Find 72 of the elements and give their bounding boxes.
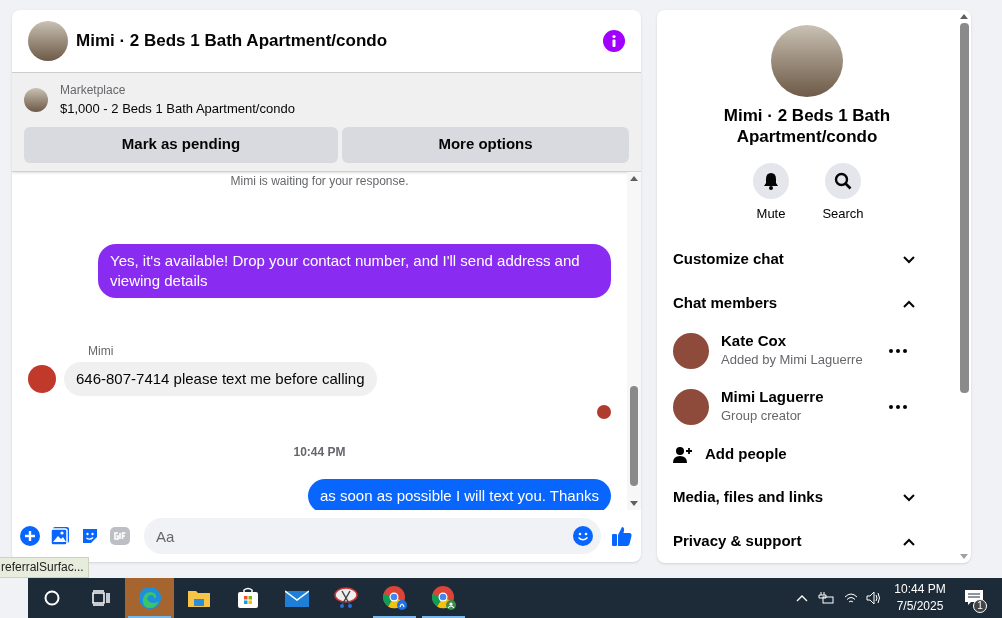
member-avatar (673, 332, 709, 369)
more-icon[interactable] (889, 404, 907, 409)
scrollbar[interactable] (627, 171, 641, 510)
member-role: Group creator (721, 407, 803, 426)
message-time: 10:44 PM (293, 444, 346, 459)
listing-action-button[interactable]: Mark as pending (24, 126, 338, 163)
clock-time: 10:44 PM (894, 581, 946, 598)
task-view-icon[interactable] (91, 590, 110, 606)
section-header[interactable]: Chat members (673, 281, 941, 326)
notification-count: 1 (973, 599, 987, 613)
listing-summary: $1,000 - 2 Beds 1 Bath Apartment/condo (60, 100, 295, 118)
incoming-message: 646-807-7414 please text me before calling (64, 361, 377, 396)
chevron-icon[interactable] (903, 255, 915, 264)
member-role: Added by Mimi Laguerre (721, 351, 864, 370)
chat-title: Mimi · 2 Beds 1 Bath Apartment/condo (76, 30, 389, 53)
member-name: Kate Cox (721, 331, 788, 351)
sender-avatar (28, 364, 56, 393)
outgoing-message: Yes, it's available! Drop your contact number, and I'll send address and viewing details (98, 243, 611, 298)
chrome-icon[interactable] (381, 585, 408, 611)
member-name: Mimi Laguerre (721, 387, 825, 407)
circle-icon (44, 590, 60, 606)
add-person-icon[interactable] (673, 445, 693, 464)
section-header[interactable]: Customize chat (673, 237, 941, 282)
message-input-field[interactable]: Aa (144, 518, 601, 554)
status-tooltip: referralSurfac... (0, 557, 89, 578)
listing-photo (28, 21, 68, 61)
outgoing-message: as soon as possible I will text you. Thanks (307, 478, 611, 510)
scissors-icon[interactable] (333, 587, 358, 609)
search-icon (834, 172, 852, 190)
notifications-button[interactable]: 1 (952, 578, 996, 618)
section-header[interactable]: Media, files and links (673, 475, 941, 520)
search-button[interactable] (825, 163, 861, 199)
chevron-icon[interactable] (903, 493, 915, 502)
scrollbar-thumb[interactable] (630, 385, 638, 486)
sticker-icon[interactable] (80, 526, 100, 546)
listing-thumbnail (24, 87, 48, 112)
chevron-icon[interactable] (903, 299, 915, 308)
battery-icon[interactable] (818, 592, 834, 604)
conversation-name: Mimi · 2 Beds 1 Bath Apartment/condo (722, 105, 892, 147)
info-icon[interactable] (603, 30, 625, 52)
seen-avatar (597, 404, 611, 419)
plus-icon[interactable] (20, 526, 40, 546)
add-people-link[interactable]: Add people (705, 443, 787, 466)
mute-button[interactable] (753, 163, 789, 199)
mail-icon[interactable] (284, 589, 309, 607)
listing-action-button[interactable]: More options (342, 126, 629, 163)
scroll-up-arrow-icon[interactable] (630, 175, 638, 181)
member-avatar (673, 388, 709, 425)
scrollbar-thumb[interactable] (959, 23, 969, 393)
scroll-down-arrow-icon[interactable] (960, 554, 968, 559)
image-icon[interactable] (50, 526, 70, 546)
section-header[interactable]: Privacy & support (673, 519, 941, 563)
clock-date: 7/5/2025 (896, 598, 944, 615)
chrome-icon[interactable] (430, 585, 457, 611)
chevron-icon[interactable] (903, 537, 915, 546)
store-bag-icon[interactable] (236, 587, 259, 609)
speaker-icon[interactable] (866, 591, 882, 605)
emoji-icon[interactable] (573, 526, 593, 546)
notice-text: Mimi is waiting for your response. (230, 173, 409, 188)
listing-source: Marketplace (60, 82, 127, 99)
action-label: Search (822, 205, 864, 223)
sender-name: Mimi (88, 342, 115, 360)
wifi-icon[interactable] (844, 592, 858, 604)
more-icon[interactable] (889, 348, 907, 353)
scroll-up-arrow-icon[interactable] (960, 14, 968, 19)
scroll-down-arrow-icon[interactable] (630, 501, 638, 506)
bell-icon (763, 172, 779, 190)
clock[interactable]: 10:44 PM 7/5/2025 (888, 581, 952, 615)
action-label: Mute (756, 205, 786, 223)
chevron-up-icon[interactable] (796, 594, 808, 602)
folder-icon[interactable] (186, 588, 211, 608)
thumbs-up-icon[interactable] (611, 525, 633, 547)
